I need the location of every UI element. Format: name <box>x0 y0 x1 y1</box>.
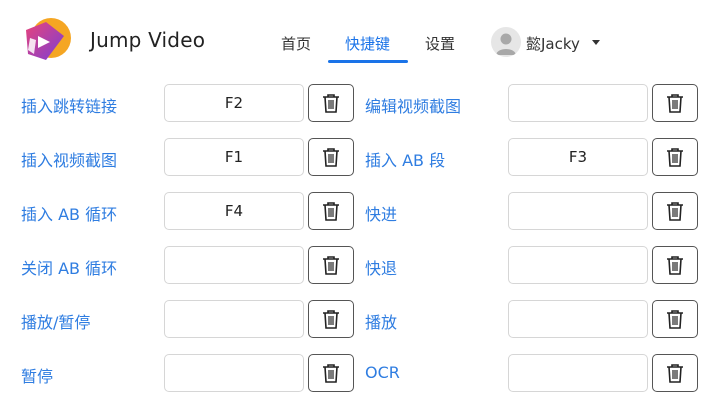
shortcut-label: 插入跳转链接 <box>21 97 118 116</box>
shortcut-key-input[interactable] <box>508 246 648 284</box>
shortcut-label: 暂停 <box>21 367 54 386</box>
trash-icon <box>323 202 339 221</box>
delete-shortcut-button[interactable] <box>308 84 354 122</box>
nav-home[interactable]: 首页 <box>281 33 311 54</box>
trash-icon <box>323 364 339 383</box>
shortcut-key-input[interactable] <box>164 138 304 176</box>
jump-video-logo-icon <box>20 14 80 70</box>
user-name[interactable]: 懿Jacky <box>526 33 580 54</box>
shortcut-label: 插入 AB 循环 <box>21 205 118 224</box>
shortcut-key-input[interactable] <box>164 300 304 338</box>
shortcut-label: 插入视频截图 <box>21 151 118 170</box>
shortcut-label: 插入 AB 段 <box>365 151 446 170</box>
delete-shortcut-button[interactable] <box>652 300 698 338</box>
delete-shortcut-button[interactable] <box>308 138 354 176</box>
trash-icon <box>667 310 683 329</box>
trash-icon <box>323 310 339 329</box>
shortcut-label: OCR <box>365 363 400 382</box>
delete-shortcut-button[interactable] <box>652 138 698 176</box>
delete-shortcut-button[interactable] <box>308 300 354 338</box>
shortcut-label: 快进 <box>365 205 398 224</box>
trash-icon <box>323 148 339 167</box>
shortcut-key-input[interactable] <box>164 192 304 230</box>
delete-shortcut-button[interactable] <box>308 246 354 284</box>
shortcut-key-input[interactable] <box>508 138 648 176</box>
shortcut-key-input[interactable] <box>164 246 304 284</box>
trash-icon <box>667 364 683 383</box>
shortcut-key-input[interactable] <box>508 192 648 230</box>
delete-shortcut-button[interactable] <box>308 192 354 230</box>
shortcut-label: 播放/暂停 <box>21 313 91 332</box>
delete-shortcut-button[interactable] <box>308 354 354 392</box>
trash-icon <box>323 94 339 113</box>
delete-shortcut-button[interactable] <box>652 246 698 284</box>
trash-icon <box>667 202 683 221</box>
trash-icon <box>667 256 683 275</box>
trash-icon <box>323 256 339 275</box>
app-title: Jump Video <box>90 28 206 52</box>
nav-shortcuts[interactable]: 快捷键 <box>345 33 390 54</box>
nav-settings[interactable]: 设置 <box>425 33 455 54</box>
shortcut-key-input[interactable] <box>164 354 304 392</box>
shortcut-label: 关闭 AB 循环 <box>21 259 118 278</box>
trash-icon <box>667 94 683 113</box>
chevron-down-icon[interactable] <box>592 40 600 45</box>
shortcut-key-input[interactable] <box>164 84 304 122</box>
shortcut-key-input[interactable] <box>508 300 648 338</box>
shortcut-key-input[interactable] <box>508 84 648 122</box>
user-avatar-icon[interactable] <box>491 27 521 57</box>
delete-shortcut-button[interactable] <box>652 192 698 230</box>
delete-shortcut-button[interactable] <box>652 84 698 122</box>
trash-icon <box>667 148 683 167</box>
shortcut-label: 播放 <box>365 313 398 332</box>
active-tab-indicator <box>328 60 408 63</box>
app-header: Jump Video 首页 快捷键 设置 懿Jacky <box>0 0 711 80</box>
shortcut-label: 编辑视频截图 <box>365 97 462 116</box>
delete-shortcut-button[interactable] <box>652 354 698 392</box>
shortcut-label: 快退 <box>365 259 398 278</box>
shortcut-key-input[interactable] <box>508 354 648 392</box>
